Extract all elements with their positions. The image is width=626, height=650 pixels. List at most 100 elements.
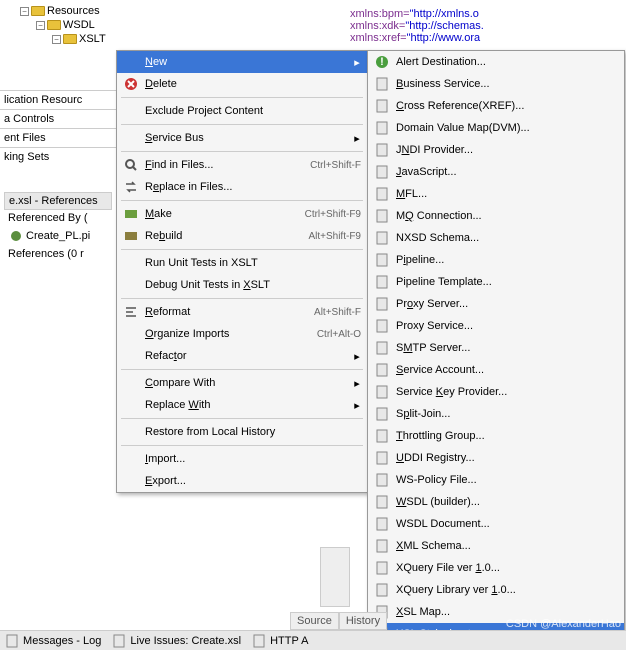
menu-item-wsdl-builder[interactable]: WSDL (builder)... [368,491,624,513]
menu-item-service-bus[interactable]: Service Bus▸ [117,127,367,149]
project-tree[interactable]: −Resources −WSDL −XSLT [0,0,180,50]
status-item[interactable]: Messages - Log [4,633,101,649]
menu-item-export[interactable]: Export... [117,470,367,492]
blank-icon [123,451,139,467]
editor-tabs[interactable]: SourceHistory [290,615,387,627]
menu-label: XQuery Library ver 1.0... [396,584,618,596]
menu-item-service-account[interactable]: Service Account... [368,359,624,381]
references-panel: e.xsl - References Referenced By ( Creat… [0,188,116,266]
shortcut: Ctrl+Shift-F9 [305,209,361,220]
sidebar-item[interactable]: lication Resourc [0,90,116,109]
menu-item-domain-value-map-dvm[interactable]: Domain Value Map(DVM)... [368,117,624,139]
blank-icon [123,54,139,70]
menu-item-reformat[interactable]: Reformat Alt+Shift-F [117,301,367,323]
collapse-icon[interactable]: − [20,7,29,16]
menu-label: Service Key Provider... [396,386,618,398]
menu-item-throttling-group[interactable]: Throttling Group... [368,425,624,447]
status-item[interactable]: Live Issues: Create.xsl [111,633,241,649]
menu-item-refactor[interactable]: Refactor▸ [117,345,367,367]
status-item[interactable]: HTTP A [251,633,308,649]
tree-label: XSLT [79,33,106,45]
menu-item-xml-schema[interactable]: XML Schema... [368,535,624,557]
menu-item-compare-with[interactable]: Compare With▸ [117,372,367,394]
separator [121,200,363,201]
folder-icon [47,20,61,30]
menu-item-split-join[interactable]: Split-Join... [368,403,624,425]
menu-label: Reformat [145,306,308,318]
context-menu[interactable]: New▸Delete Exclude Project Content Service… [116,50,368,493]
menu-item-uddi-registry[interactable]: UDDI Registry... [368,447,624,469]
tree-label: WSDL [63,19,95,31]
separator [121,97,363,98]
delete-icon [123,76,139,92]
tab-source[interactable]: Source [290,612,339,630]
menu-item-wsdl-document[interactable]: WSDL Document... [368,513,624,535]
menu-item-xquery-library-ver-1-0[interactable]: XQuery Library ver 1.0... [368,579,624,601]
mfl-icon [374,186,390,202]
submenu-arrow-icon: ▸ [353,350,361,363]
menu-item-exclude-project-content[interactable]: Exclude Project Content [117,100,367,122]
menu-label: Run Unit Tests in XSLT [145,257,361,269]
menu-label: Import... [145,453,361,465]
menu-item-run-unit-tests-in-xslt[interactable]: Run Unit Tests in XSLT [117,252,367,274]
menu-item-alert-destination[interactable]: !Alert Destination... [368,51,624,73]
menu-item-smtp-server[interactable]: SMTP Server... [368,337,624,359]
menu-label: JavaScript... [396,166,618,178]
menu-item-make[interactable]: MakeCtrl+Shift-F9 [117,203,367,225]
sidebar-item[interactable]: ent Files [0,128,116,147]
ref-line[interactable]: Referenced By ( [4,210,112,226]
menu-item-pipeline[interactable]: Pipeline... [368,249,624,271]
menu-label: WS-Policy File... [396,474,618,486]
menu-item-javascript[interactable]: JavaScript... [368,161,624,183]
sidebar-item[interactable]: a Controls [0,109,116,128]
menu-item-delete[interactable]: Delete [117,73,367,95]
menu-item-jndi-provider[interactable]: JNDI Provider... [368,139,624,161]
menu-item-debug-unit-tests-in-xslt[interactable]: Debug Unit Tests in XSLT [117,274,367,296]
log-icon [4,633,20,649]
menu-label: Split-Join... [396,408,618,420]
blank-icon [123,277,139,293]
menu-label: Proxy Service... [396,320,618,332]
menu-item-mq-connection[interactable]: MQ Connection... [368,205,624,227]
menu-item-new[interactable]: New▸ [117,51,367,73]
menu-item-rebuild[interactable]: RebuildAlt+Shift-F9 [117,225,367,247]
log-icon [251,633,267,649]
menu-item-ws-policy-file[interactable]: WS-Policy File... [368,469,624,491]
dvm-icon [374,120,390,136]
menu-label: NXSD Schema... [396,232,618,244]
menu-item-replace-in-files[interactable]: Replace in Files... [117,176,367,198]
menu-item-proxy-server[interactable]: Proxy Server... [368,293,624,315]
menu-item-proxy-service[interactable]: Proxy Service... [368,315,624,337]
menu-label: MQ Connection... [396,210,618,222]
new-submenu[interactable]: !Alert Destination...Business Service...… [367,50,625,646]
ref-line[interactable]: References (0 r [4,246,112,262]
skey-icon [374,384,390,400]
xql-icon [374,582,390,598]
menu-item-organize-imports[interactable]: Organize ImportsCtrl+Alt-O [117,323,367,345]
menu-item-replace-with[interactable]: Replace With▸ [117,394,367,416]
blank-icon [123,255,139,271]
ref-line[interactable]: Create_PL.pi [4,226,112,246]
uddi-icon [374,450,390,466]
menu-item-restore-from-local-history[interactable]: Restore from Local History [117,421,367,443]
sidebar: lication Resourca Controlsent Filesking … [0,90,116,166]
pipet-icon [374,274,390,290]
sidebar-item[interactable]: king Sets [0,147,116,166]
menu-item-business-service[interactable]: Business Service... [368,73,624,95]
menu-item-find-in-files[interactable]: Find in Files...Ctrl+Shift-F [117,154,367,176]
tab-history[interactable]: History [339,612,387,630]
shortcut: Alt+Shift-F [314,307,361,318]
menu-label: Restore from Local History [145,426,361,438]
menu-item-nxsd-schema[interactable]: NXSD Schema... [368,227,624,249]
menu-item-import[interactable]: Import... [117,448,367,470]
collapse-icon[interactable]: − [36,21,45,30]
menu-item-xquery-file-ver-1-0[interactable]: XQuery File ver 1.0... [368,557,624,579]
js-icon [374,164,390,180]
ruler-widget[interactable] [320,547,350,607]
collapse-icon[interactable]: − [52,35,61,44]
menu-item-mfl[interactable]: MFL... [368,183,624,205]
shortcut: Ctrl+Shift-F [310,160,361,171]
menu-item-pipeline-template[interactable]: Pipeline Template... [368,271,624,293]
menu-item-cross-reference-xref[interactable]: Cross Reference(XREF)... [368,95,624,117]
menu-item-service-key-provider[interactable]: Service Key Provider... [368,381,624,403]
